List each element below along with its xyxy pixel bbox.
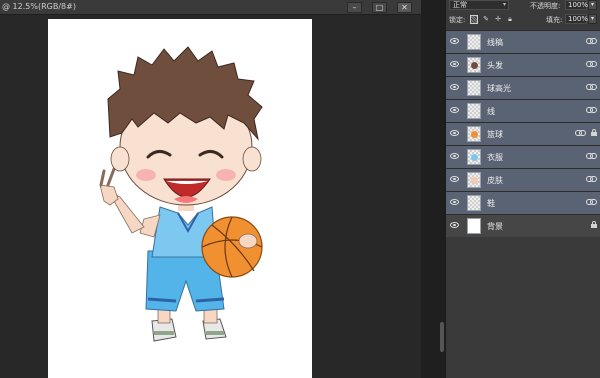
eye-icon[interactable] xyxy=(450,153,459,159)
document-titlebar[interactable]: @ 12.5%(RGB/8#) – □ ✕ xyxy=(0,0,421,15)
opacity-label: 不透明度: xyxy=(530,2,561,10)
chevron-down-icon: ▾ xyxy=(502,1,506,8)
layer-row[interactable]: 线稿 xyxy=(446,30,600,53)
layer-thumbnail xyxy=(467,126,481,142)
lock-image-pixels-icon[interactable]: ✎ xyxy=(482,15,490,24)
layer-row[interactable]: 衣服 xyxy=(446,145,600,168)
link-icon xyxy=(586,107,597,113)
layer-name: 鞋 xyxy=(487,199,495,208)
link-icon xyxy=(586,199,597,205)
blend-mode-select[interactable]: 正常 ▾ xyxy=(449,0,509,10)
layer-name: 皮肤 xyxy=(487,176,503,185)
eye-icon[interactable] xyxy=(450,176,459,182)
document-window: @ 12.5%(RGB/8#) – □ ✕ xyxy=(0,0,421,378)
lock-icon xyxy=(591,129,597,136)
link-icon xyxy=(586,176,597,182)
layer-thumbnail xyxy=(467,80,481,96)
layer-row[interactable]: 头发 xyxy=(446,53,600,76)
layer-thumbnail xyxy=(467,172,481,188)
opacity-input[interactable]: 100% xyxy=(565,0,588,10)
layer-name: 线稿 xyxy=(487,38,503,47)
artboard[interactable] xyxy=(48,19,312,378)
layer-name: 球高光 xyxy=(487,84,511,93)
layers-panel: 正常 ▾ 不透明度: 100% ▾ 锁定: ✎ ✛ 🔒︎ 填充: 100% ▾ … xyxy=(445,0,600,378)
document-title: @ 12.5%(RGB/8#) xyxy=(2,2,76,11)
eye-icon[interactable] xyxy=(450,222,459,228)
layers-list: 线稿 头发 球高光 线 篮球 衣服 皮肤 鞋 背景 xyxy=(446,30,600,237)
link-icon xyxy=(575,130,586,136)
eye-icon[interactable] xyxy=(450,130,459,136)
fill-label: 填充: xyxy=(546,16,563,24)
lock-transparent-pixels-icon[interactable] xyxy=(470,15,478,24)
link-icon xyxy=(586,38,597,44)
layer-row[interactable]: 线 xyxy=(446,99,600,122)
layer-thumbnail xyxy=(467,34,481,50)
blend-mode-value: 正常 xyxy=(453,1,467,9)
layer-thumbnail xyxy=(467,218,481,234)
canvas-area[interactable] xyxy=(0,15,421,378)
layer-row[interactable]: 球高光 xyxy=(446,76,600,99)
layer-name: 衣服 xyxy=(487,153,503,162)
minimize-button[interactable]: – xyxy=(347,2,362,13)
layer-row[interactable]: 皮肤 xyxy=(446,168,600,191)
fill-input[interactable]: 100% xyxy=(565,14,588,24)
eye-icon[interactable] xyxy=(450,61,459,67)
link-icon xyxy=(586,61,597,67)
maximize-button[interactable]: □ xyxy=(372,2,387,13)
blend-row: 正常 ▾ 不透明度: 100% ▾ xyxy=(446,0,600,13)
chibi-basketball-illustration xyxy=(99,46,263,342)
fill-dropdown-icon[interactable]: ▾ xyxy=(588,14,597,24)
lock-position-icon[interactable]: ✛ xyxy=(494,15,502,24)
lock-row: 锁定: ✎ ✛ 🔒︎ 填充: 100% ▾ xyxy=(446,14,600,27)
lock-all-icon[interactable]: 🔒︎ xyxy=(506,15,514,24)
layer-thumbnail xyxy=(467,149,481,165)
lock-icon xyxy=(591,221,597,228)
layer-name: 背景 xyxy=(487,222,503,231)
link-icon xyxy=(586,153,597,159)
photoshop-workspace: @ 12.5%(RGB/8#) – □ ✕ 正常 ▾ 不透明度: 100% ▾ … xyxy=(0,0,600,378)
scrollbar-thumb[interactable] xyxy=(440,322,444,352)
link-icon xyxy=(586,84,597,90)
layer-row[interactable]: 篮球 xyxy=(446,122,600,145)
eye-icon[interactable] xyxy=(450,38,459,44)
layer-name: 线 xyxy=(487,107,495,116)
layer-row[interactable]: 鞋 xyxy=(446,191,600,214)
opacity-dropdown-icon[interactable]: ▾ xyxy=(588,0,597,10)
eye-icon[interactable] xyxy=(450,199,459,205)
layer-row-background[interactable]: 背景 xyxy=(446,214,600,237)
layer-name: 头发 xyxy=(487,61,503,70)
layer-thumbnail xyxy=(467,57,481,73)
layer-thumbnail xyxy=(467,103,481,119)
close-button[interactable]: ✕ xyxy=(397,2,412,13)
layer-name: 篮球 xyxy=(487,130,503,139)
eye-icon[interactable] xyxy=(450,84,459,90)
lock-label: 锁定: xyxy=(449,16,466,24)
panel-separator xyxy=(421,0,445,378)
eye-icon[interactable] xyxy=(450,107,459,113)
layer-thumbnail xyxy=(467,195,481,211)
